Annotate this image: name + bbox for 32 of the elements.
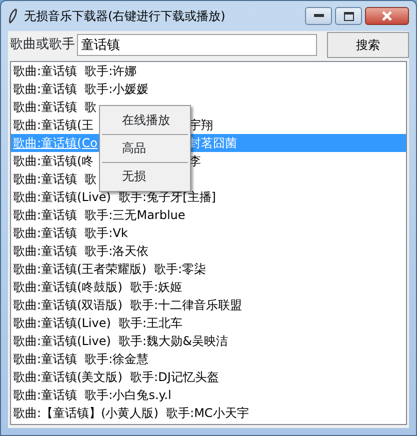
menu-item[interactable]: 无损 [100,164,190,189]
close-button[interactable] [365,7,409,25]
maximize-button[interactable] [335,7,362,25]
result-row[interactable]: 歌曲:童话镇(王者荣耀版) 歌手:零柒 [13,262,206,276]
result-row[interactable]: 歌曲:童话镇 歌手:徐金慧 [13,352,149,366]
result-row[interactable]: 歌曲:童话镇 歌手:小白兔s.y.l [13,388,172,402]
result-row[interactable]: 歌曲:童话镇(咚鼓版) 歌手:妖姬 [13,280,182,294]
close-icon [381,11,393,21]
result-row[interactable]: 歌曲:童话镇(咚 [13,154,94,168]
search-label: 歌曲或歌手 [9,36,75,54]
result-row[interactable]: 歌曲:童话镇(王 [13,118,94,132]
result-row[interactable]: 歌曲:【童话镇】(小黄人版) 歌手:MC小天宇 [13,406,249,420]
search-button[interactable]: 搜索 [327,32,409,58]
result-row[interactable]: 歌曲:童话镇 歌手:洛天依 [13,244,149,258]
menu-item[interactable]: 高品 [100,136,190,161]
feather-icon [8,8,18,24]
result-row[interactable]: 歌曲:童话镇(美文版) 歌手:DJ记忆头盔 [13,370,219,384]
result-row[interactable]: 歌曲:童话镇 歌 [13,100,97,114]
result-row[interactable]: 歌曲:童话镇(双语版) 歌手:十二律音乐联盟 [13,298,242,312]
result-row[interactable]: 歌曲:童话镇(Live) 歌手:王北车 [13,316,183,330]
menu-item[interactable]: 在线播放 [100,108,190,133]
window-title: 无损音乐下载器(右键进行下载或播放) [24,8,226,25]
result-row[interactable]: 歌曲:童话镇 歌手:许娜 [13,64,137,78]
minimize-icon [314,14,324,18]
search-field[interactable]: 童话镇 [77,34,317,56]
result-row[interactable]: 歌曲:童话镇(Live) 歌手:魏大勋&吴映洁 [13,334,228,348]
result-row[interactable]: 歌曲:童话镇 歌手:小媛媛 [13,82,149,96]
maximize-icon [344,12,354,20]
result-row[interactable]: 歌曲:童话镇 歌 [13,172,97,186]
minimize-button[interactable] [305,7,332,25]
result-row[interactable]: 歌曲:童话镇 歌手:Vk [13,226,128,240]
result-row[interactable]: 歌曲:童话镇 歌手:三无Marblue [13,208,186,222]
